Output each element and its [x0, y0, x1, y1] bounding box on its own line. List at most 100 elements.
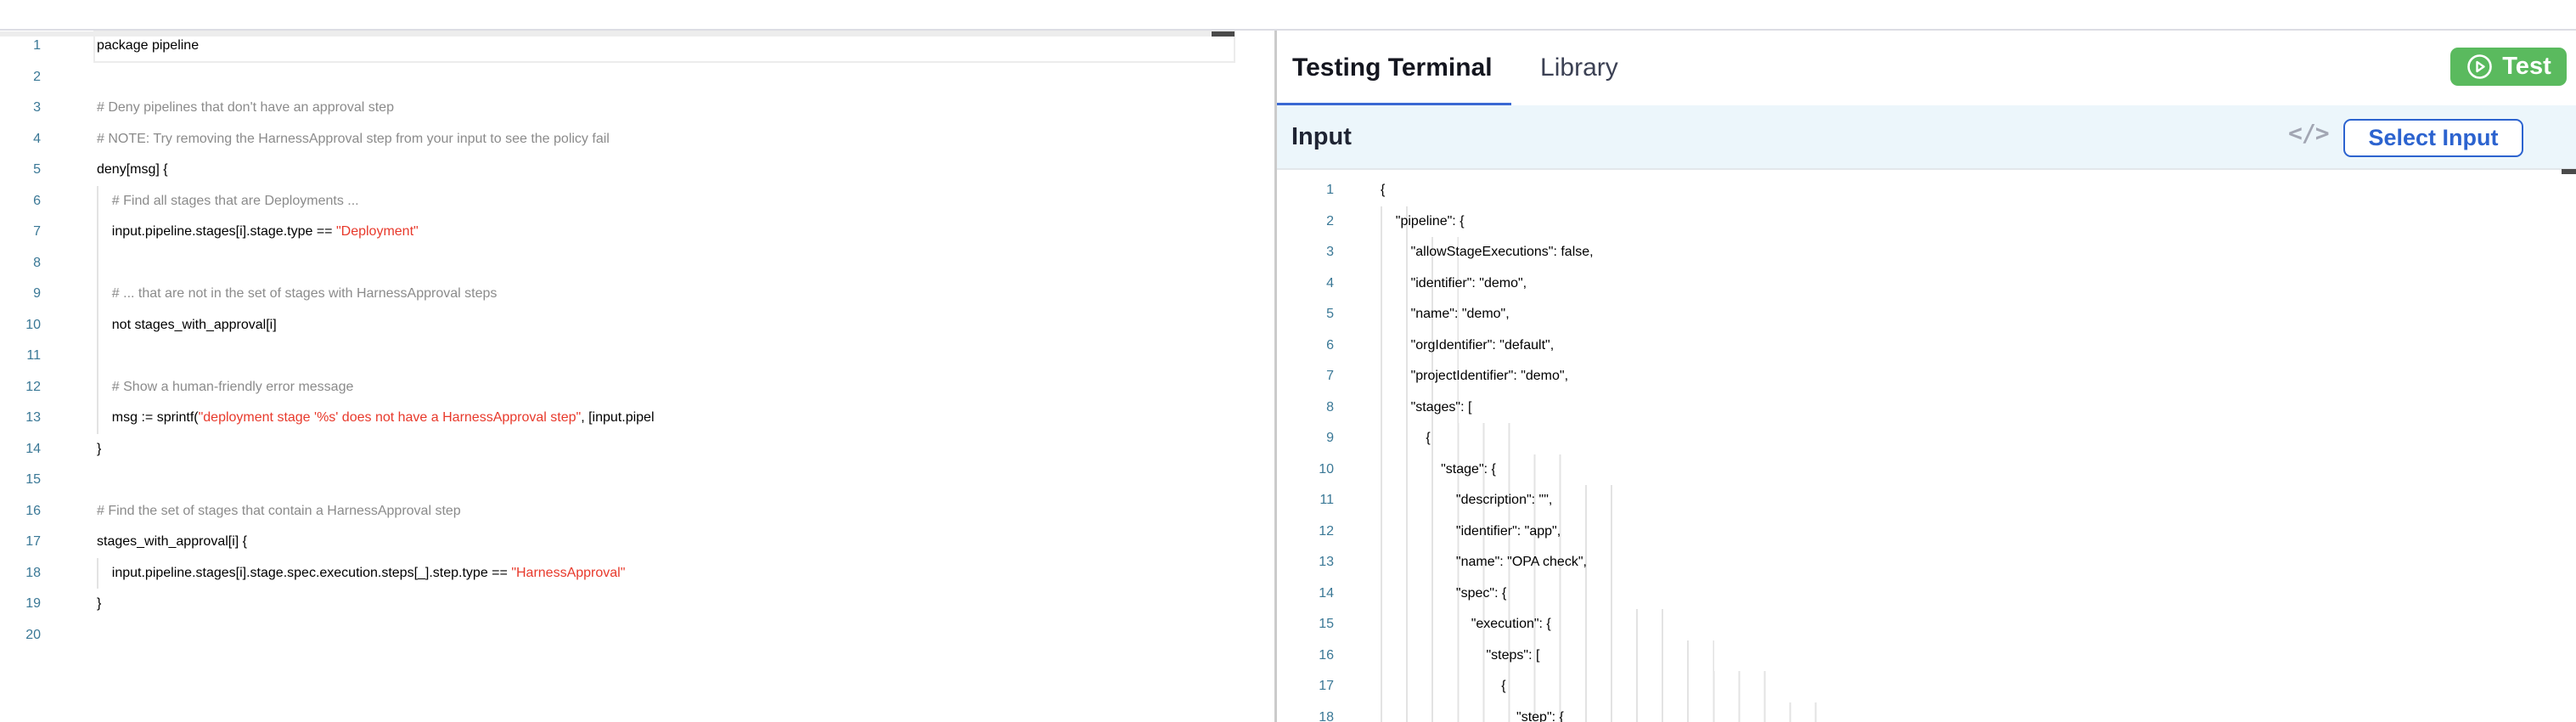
line-number: 6: [1277, 330, 1334, 362]
line-number: 20: [0, 620, 41, 651]
code-text: stages_with_approval[i] {: [41, 527, 247, 558]
code-line: 11 "description": "",: [1277, 485, 2576, 516]
line-number: 6: [0, 186, 41, 217]
code-text: [41, 341, 97, 372]
code-text: "stages": [: [1334, 392, 1471, 424]
code-text: {: [1334, 175, 1385, 206]
code-text: # NOTE: Try removing the HarnessApproval…: [41, 124, 610, 155]
tab-testing-terminal[interactable]: Testing Terminal: [1277, 33, 1511, 108]
line-number: 15: [1277, 609, 1334, 640]
policy-code-editor[interactable]: 1package pipeline23# Deny pipelines that…: [0, 31, 1234, 722]
code-text: [41, 248, 97, 279]
code-text: input.pipeline.stages[i].stage.spec.exec…: [41, 558, 625, 589]
code-text: "pipeline": {: [1334, 206, 1465, 238]
code-line: 3# Deny pipelines that don't have an app…: [0, 93, 1234, 124]
code-text: {: [1334, 423, 1431, 454]
code-text: deny[msg] {: [41, 155, 168, 186]
code-text: "name": "OPA check",: [1334, 547, 1587, 578]
indent-guides: [97, 341, 98, 372]
code-text: "allowStageExecutions": false,: [1334, 237, 1594, 268]
line-number: 13: [0, 403, 41, 434]
line-number: 9: [0, 279, 41, 310]
code-line: 11: [0, 341, 1234, 372]
code-line: 2 "pipeline": {: [1277, 206, 2576, 238]
code-line: 16 "steps": [: [1277, 640, 2576, 672]
code-line: 12 # Show a human-friendly error message: [0, 372, 1234, 403]
code-line: 1{: [1277, 175, 2576, 206]
line-number: 1: [1277, 175, 1334, 206]
test-button[interactable]: Test: [2450, 48, 2567, 86]
code-text: # Find all stages that are Deployments .…: [41, 186, 359, 217]
line-number: 3: [0, 93, 41, 124]
code-line: 7 input.pipeline.stages[i].stage.type ==…: [0, 217, 1234, 248]
code-line: 15 "execution": {: [1277, 609, 2576, 640]
line-number: 2: [0, 62, 41, 93]
line-number: 14: [0, 434, 41, 465]
code-text: "orgIdentifier": "default",: [1334, 330, 1554, 362]
code-text: {: [1334, 671, 1506, 702]
tab-library[interactable]: Library: [1540, 31, 1618, 105]
code-text: "projectIdentifier": "demo",: [1334, 361, 1568, 392]
tab-label: Library: [1540, 54, 1618, 82]
code-line: 2: [0, 62, 1234, 93]
code-line: 13 "name": "OPA check",: [1277, 547, 2576, 578]
code-text: "execution": {: [1334, 609, 1551, 640]
code-text: "spec": {: [1334, 578, 1506, 610]
code-text: "stage": {: [1334, 454, 1496, 486]
code-text: # Find the set of stages that contain a …: [41, 496, 461, 527]
code-line: 8 "stages": [: [1277, 392, 2576, 424]
line-number: 9: [1277, 423, 1334, 454]
code-line: 5 "name": "demo",: [1277, 299, 2576, 330]
line-number: 10: [1277, 454, 1334, 486]
code-text: # Deny pipelines that don't have an appr…: [41, 93, 394, 124]
code-text: # Show a human-friendly error message: [41, 372, 353, 403]
line-number: 8: [1277, 392, 1334, 424]
line-number: 18: [1277, 702, 1334, 722]
line-number: 16: [0, 496, 41, 527]
line-number: 12: [0, 372, 41, 403]
code-line: 17 {: [1277, 671, 2576, 702]
code-line: 3 "allowStageExecutions": false,: [1277, 237, 2576, 268]
code-line: 6 # Find all stages that are Deployments…: [0, 186, 1234, 217]
select-input-button[interactable]: Select Input: [2343, 119, 2523, 157]
code-line: 13 msg := sprintf("deployment stage '%s'…: [0, 403, 1234, 434]
code-line: 9 # ... that are not in the set of stage…: [0, 279, 1234, 310]
line-number: 3: [1277, 237, 1334, 268]
line-number: 11: [0, 341, 41, 372]
code-line: 10 "stage": {: [1277, 454, 2576, 486]
code-line: 18 input.pipeline.stages[i].stage.spec.e…: [0, 558, 1234, 589]
code-text: "identifier": "app",: [1334, 516, 1561, 548]
code-line: 19}: [0, 589, 1234, 620]
line-number: 12: [1277, 516, 1334, 548]
code-line: 4 "identifier": "demo",: [1277, 268, 2576, 300]
left-editor-scrollbar-thumb[interactable]: [1212, 31, 1235, 37]
input-json-editor[interactable]: 1{2 "pipeline": {3 "allowStageExecutions…: [1277, 175, 2576, 722]
code-line: 16# Find the set of stages that contain …: [0, 496, 1234, 527]
line-number: 5: [0, 155, 41, 186]
line-number: 10: [0, 310, 41, 341]
code-text: "description": "",: [1334, 485, 1552, 516]
input-editor-scrollbar-thumb[interactable]: [2562, 169, 2576, 174]
line-number: 18: [0, 558, 41, 589]
line-number: 17: [0, 527, 41, 558]
tabs-row: Testing Terminal Library Test: [1277, 31, 2576, 105]
line-number: 16: [1277, 640, 1334, 672]
code-line: 6 "orgIdentifier": "default",: [1277, 330, 2576, 362]
code-text: "step": {: [1334, 702, 1564, 722]
line-number: 17: [1277, 671, 1334, 702]
code-line: 17stages_with_approval[i] {: [0, 527, 1234, 558]
code-line: 9 {: [1277, 423, 2576, 454]
code-line: 4# NOTE: Try removing the HarnessApprova…: [0, 124, 1234, 155]
testing-terminal-panel: Testing Terminal Library Test Input </> …: [1277, 31, 2576, 722]
input-section-header: Input </> Select Input: [1277, 105, 2576, 170]
code-line: 8: [0, 248, 1234, 279]
code-view-icon[interactable]: </>: [2288, 119, 2329, 147]
code-text: [41, 620, 97, 651]
code-line: 7 "projectIdentifier": "demo",: [1277, 361, 2576, 392]
code-text: [41, 465, 97, 496]
code-text: input.pipeline.stages[i].stage.type == "…: [41, 217, 419, 248]
line-number: 19: [0, 589, 41, 620]
code-text: "identifier": "demo",: [1334, 268, 1527, 300]
code-text: "steps": [: [1334, 640, 1539, 672]
line-number: 4: [1277, 268, 1334, 300]
